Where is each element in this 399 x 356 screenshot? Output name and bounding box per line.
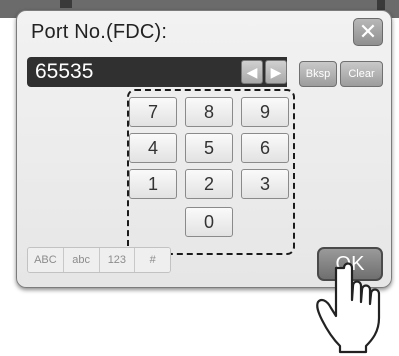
mode-numeric-button[interactable]: 123 (99, 248, 136, 272)
close-button[interactable]: ✕ (353, 18, 383, 46)
background-detail (60, 0, 72, 8)
key-3[interactable]: 3 (241, 169, 289, 199)
key-1[interactable]: 1 (129, 169, 177, 199)
right-arrow-icon: ▶ (270, 63, 282, 80)
cursor-left-button[interactable]: ◀ (241, 60, 263, 84)
key-8[interactable]: 8 (185, 97, 233, 127)
pointing-hand-icon (316, 262, 381, 354)
key-4[interactable]: 4 (129, 133, 177, 163)
dialog-title: Port No.(FDC): (31, 21, 168, 43)
key-0[interactable]: 0 (185, 207, 233, 237)
key-6[interactable]: 6 (241, 133, 289, 163)
key-2[interactable]: 2 (185, 169, 233, 199)
port-number-dialog: Port No.(FDC): ✕ 65535 ◀ ▶ Bksp Clear 7 … (16, 10, 392, 288)
key-9[interactable]: 9 (241, 97, 289, 127)
backspace-button[interactable]: Bksp (299, 61, 337, 87)
value-display: 65535 (27, 57, 243, 87)
cursor-right-button[interactable]: ▶ (265, 60, 287, 84)
mode-lowercase-button[interactable]: abc (63, 248, 100, 272)
input-mode-selector: ABC abc 123 # (27, 247, 171, 273)
key-7[interactable]: 7 (129, 97, 177, 127)
close-icon: ✕ (358, 19, 378, 44)
mode-symbol-button[interactable]: # (135, 248, 170, 272)
background-detail (377, 0, 385, 10)
clear-button[interactable]: Clear (340, 61, 383, 87)
key-5[interactable]: 5 (185, 133, 233, 163)
mode-uppercase-button[interactable]: ABC (28, 248, 64, 272)
left-arrow-icon: ◀ (246, 63, 258, 80)
